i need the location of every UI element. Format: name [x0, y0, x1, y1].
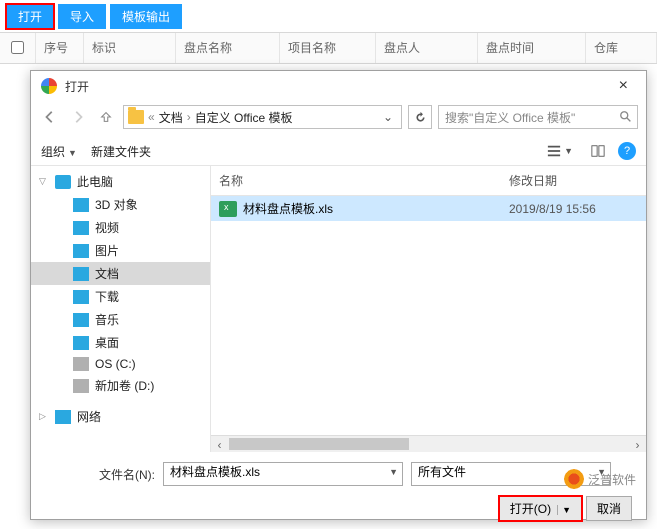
col-checker: 盘点人 — [376, 33, 478, 63]
col-warehouse: 仓库 — [586, 33, 657, 63]
close-icon[interactable]: × — [611, 77, 636, 95]
filetype-combo[interactable]: 所有文件▼ — [411, 462, 611, 486]
dialog-titlebar: 打开 × — [31, 71, 646, 101]
nav-up-button[interactable] — [95, 106, 117, 128]
file-name: 材料盘点模板.xls — [243, 200, 509, 217]
nav-forward-button[interactable] — [67, 106, 89, 128]
new-folder-button[interactable]: 新建文件夹 — [91, 143, 151, 160]
data-table-header: 序号 标识 盘点名称 项目名称 盘点人 盘点时间 仓库 — [0, 32, 657, 64]
dialog-title: 打开 — [65, 78, 611, 95]
file-mtime: 2019/8/19 15:56 — [509, 202, 629, 216]
breadcrumb-pre: « — [144, 110, 159, 124]
import-button[interactable]: 导入 — [58, 4, 106, 29]
tree-documents[interactable]: 文档 — [31, 262, 210, 285]
refresh-button[interactable] — [408, 105, 432, 129]
col-check-time: 盘点时间 — [478, 33, 586, 63]
chevron-down-icon: ▼ — [389, 467, 398, 477]
search-icon — [619, 110, 633, 124]
folder-tree[interactable]: ▽此电脑 3D 对象 视频 图片 文档 下载 音乐 桌面 OS (C:) 新加卷… — [31, 166, 211, 452]
drive-icon — [73, 379, 89, 393]
chevron-down-icon: ▼ — [597, 467, 606, 477]
folder-icon — [128, 110, 144, 124]
col-mtime[interactable]: 修改日期 — [509, 172, 629, 189]
preview-pane-button[interactable] — [586, 141, 610, 161]
dialog-bottom: 文件名(N): 材料盘点模板.xls▼ 所有文件▼ 打开(O)▼ 取消 — [31, 452, 646, 529]
nav-back-button[interactable] — [39, 106, 61, 128]
tree-this-pc[interactable]: ▽此电脑 — [31, 170, 210, 193]
open-button[interactable]: 打开 — [6, 4, 54, 29]
file-open-dialog: 打开 × « 文档 › 自定义 Office 模板 ⌄ 搜索"自定义 Offic… — [30, 70, 647, 520]
open-file-button[interactable]: 打开(O)▼ — [499, 496, 582, 521]
search-placeholder: 搜索"自定义 Office 模板" — [445, 109, 575, 126]
tree-videos[interactable]: 视频 — [31, 216, 210, 239]
search-input[interactable]: 搜索"自定义 Office 模板" — [438, 105, 638, 129]
tree-downloads[interactable]: 下载 — [31, 285, 210, 308]
tree-drive-d[interactable]: 新加卷 (D:) — [31, 374, 210, 397]
desktop-icon — [73, 336, 89, 350]
tree-drive-c[interactable]: OS (C:) — [31, 354, 210, 374]
scroll-thumb[interactable] — [229, 438, 409, 450]
cube-icon — [73, 198, 89, 212]
tree-3d-objects[interactable]: 3D 对象 — [31, 193, 210, 216]
tree-music[interactable]: 音乐 — [31, 308, 210, 331]
select-all-checkbox[interactable] — [11, 41, 24, 54]
cancel-button[interactable]: 取消 — [586, 496, 632, 521]
breadcrumb-seg1[interactable]: 文档 — [159, 109, 183, 126]
col-name[interactable]: 名称 — [219, 172, 509, 189]
pc-icon — [55, 175, 71, 189]
scroll-left-icon[interactable]: ‹ — [211, 436, 228, 452]
breadcrumb-seg2[interactable]: 自定义 Office 模板 — [195, 109, 293, 126]
xls-file-icon — [219, 201, 237, 217]
file-row[interactable]: 材料盘点模板.xls 2019/8/19 15:56 — [211, 196, 646, 221]
help-icon[interactable]: ? — [618, 142, 636, 160]
template-output-button[interactable]: 模板输出 — [110, 4, 182, 29]
picture-icon — [73, 244, 89, 258]
view-mode-button[interactable]: ▼ — [542, 141, 578, 161]
drive-icon — [73, 357, 89, 371]
horizontal-scrollbar[interactable]: ‹ › — [211, 435, 646, 452]
download-icon — [73, 290, 89, 304]
music-icon — [73, 313, 89, 327]
tree-network[interactable]: ▷网络 — [31, 405, 210, 428]
breadcrumb-dropdown-icon[interactable]: ⌄ — [379, 110, 397, 124]
dialog-nav: « 文档 › 自定义 Office 模板 ⌄ 搜索"自定义 Office 模板" — [31, 101, 646, 135]
col-check-name: 盘点名称 — [176, 33, 280, 63]
video-icon — [73, 221, 89, 235]
filename-label: 文件名(N): — [45, 466, 155, 483]
dialog-toolbar: 组织▼ 新建文件夹 ▼ ? — [31, 135, 646, 166]
app-logo-icon — [41, 78, 57, 94]
col-index: 序号 — [36, 33, 84, 63]
chevron-right-icon: › — [183, 110, 195, 124]
col-project-name: 项目名称 — [280, 33, 376, 63]
scroll-right-icon[interactable]: › — [629, 436, 646, 452]
tree-desktop[interactable]: 桌面 — [31, 331, 210, 354]
open-split-dropdown[interactable]: ▼ — [557, 505, 571, 515]
main-toolbar: 打开 导入 模板输出 — [0, 0, 657, 32]
document-icon — [73, 267, 89, 281]
network-icon — [55, 410, 71, 424]
tree-pictures[interactable]: 图片 — [31, 239, 210, 262]
file-list-header: 名称 修改日期 — [211, 166, 646, 196]
breadcrumb[interactable]: « 文档 › 自定义 Office 模板 ⌄ — [123, 105, 402, 129]
file-list: 名称 修改日期 材料盘点模板.xls 2019/8/19 15:56 ‹ › — [211, 166, 646, 452]
organize-menu[interactable]: 组织▼ — [41, 143, 77, 160]
col-flag: 标识 — [84, 33, 176, 63]
filename-combo[interactable]: 材料盘点模板.xls▼ — [163, 462, 403, 486]
